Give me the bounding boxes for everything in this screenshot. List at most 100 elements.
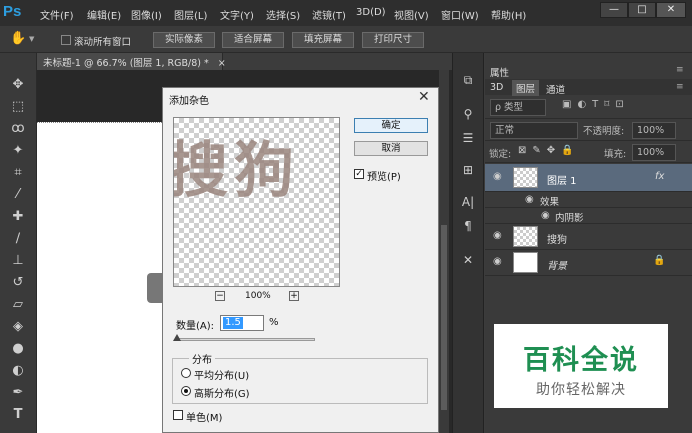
amount-slider-handle[interactable] [173,334,181,341]
effects-row[interactable]: ◉ 效果 [485,192,692,208]
layer-kind-filter[interactable]: ρ 类型 [490,99,546,116]
move-tool-icon[interactable]: ✥ [8,75,28,95]
close-window-button[interactable]: ✕ [656,2,686,18]
magic-wand-icon[interactable]: ✦ [8,141,28,161]
tool-presets-icon[interactable]: ✕ [458,250,478,270]
history-brush-icon[interactable]: ↺ [8,273,28,293]
menu-file[interactable]: 文件(F) [40,7,74,22]
amount-slider[interactable] [175,338,315,341]
gaussian-label: 高斯分布(G) [194,389,250,400]
eraser-icon[interactable]: ▱ [8,295,28,315]
inner-shadow-eye-icon[interactable]: ◉ [541,210,550,221]
menu-layer[interactable]: 图层(L) [174,7,207,22]
menu-help[interactable]: 帮助(H) [491,7,526,22]
add-noise-dialog: 添加杂色 ✕ 搜狗 确定 取消 ✓ 预览(P) − 100% + 数量(A): … [162,87,439,433]
menu-type[interactable]: 文字(Y) [220,7,254,22]
tab-channels[interactable]: 通道 [546,82,565,96]
scroll-all-checkbox[interactable] [61,35,71,45]
scroll-all-label: 滚动所有窗口 [74,37,132,48]
layer-thumbnail [513,226,538,247]
properties-tab[interactable]: 属性 [490,65,509,79]
filter-preview[interactable]: 搜狗 [173,117,340,287]
document-tab-close-icon[interactable]: × [218,58,226,69]
hand-tool-icon[interactable]: ✋ [10,31,26,46]
paragraph-panel-icon[interactable]: ¶ [458,216,478,236]
menu-view[interactable]: 视图(V) [394,7,429,22]
minimize-button[interactable]: — [600,2,628,18]
adjustments-panel-icon[interactable]: ☰ [458,128,478,148]
amount-input[interactable]: 1.5 [220,315,264,331]
zoom-in-button[interactable]: + [289,291,299,301]
fill-field[interactable]: 100% [632,144,676,161]
uniform-radio[interactable] [181,368,191,378]
preview-checkbox-label: 预览(P) [367,172,401,183]
panel-menu-icon[interactable]: ≡ [676,65,684,75]
menu-image[interactable]: 图像(I) [131,7,162,22]
preview-checkbox[interactable]: ✓ [354,169,364,179]
menu-3d[interactable]: 3D(D) [356,7,386,18]
zoom-level: 100% [245,291,271,301]
tool-preset-chevron-icon[interactable]: ▼ [29,35,34,43]
lock-icons[interactable]: ⊠✎✥🔒 [518,145,580,156]
marquee-tool-icon[interactable]: ⬚ [8,97,28,117]
visibility-eye-icon[interactable]: ◉ [493,171,502,182]
type-tool-icon[interactable]: T [8,405,28,425]
blur-tool-icon[interactable]: ● [8,339,28,359]
layer-row[interactable]: ◉ 图层 1 fx [485,164,692,192]
visibility-eye-icon[interactable]: ◉ [493,256,502,267]
opacity-label: 不透明度: [583,126,625,137]
lasso-tool-icon[interactable]: ꝏ [8,119,28,139]
layers-panel-menu-icon[interactable]: ≡ [676,82,684,92]
layer-row[interactable]: ◉ 背景 🔒 [485,250,692,276]
amount-value: 1.5 [223,317,243,329]
visibility-eye-icon[interactable]: ◉ [493,230,502,241]
menu-edit[interactable]: 编辑(E) [87,7,121,22]
document-tab[interactable]: 未标题-1 @ 66.7% (图层 1, RGB/8) * × [37,53,226,70]
paint-bucket-icon[interactable]: ◈ [8,317,28,337]
options-bar: ✋ ▼ 滚动所有窗口 实际像素 适合屏幕 填充屏幕 打印尺寸 [0,26,692,53]
opacity-field[interactable]: 100% [632,122,676,139]
layer-row[interactable]: ◉ 搜狗 [485,224,692,250]
layer-name: 背景 [547,261,567,272]
pen-tool-icon[interactable]: ✒ [8,383,28,403]
preview-text: 搜狗 [173,136,300,206]
inner-shadow-row[interactable]: ◉ 内阴影 [485,208,692,224]
brush-tool-icon[interactable]: ∕ [8,229,28,249]
stamp-tool-icon[interactable]: ⊥ [8,251,28,271]
history-panel-icon[interactable]: ⧉ [458,70,478,90]
menu-select[interactable]: 选择(S) [266,7,300,22]
dialog-close-icon[interactable]: ✕ [418,89,430,105]
swatches-panel-icon[interactable]: ⊞ [458,160,478,180]
lock-icon: 🔒 [653,255,666,266]
fit-screen-button[interactable]: 适合屏幕 [222,32,284,48]
maximize-button[interactable]: □ [628,2,656,18]
character-panel-icon[interactable]: A| [458,192,478,212]
dodge-tool-icon[interactable]: ◐ [8,361,28,381]
ok-button[interactable]: 确定 [354,118,428,133]
effects-label: 效果 [540,197,560,208]
layer-name: 搜狗 [547,235,567,246]
actual-pixels-button[interactable]: 实际像素 [153,32,215,48]
zoom-out-button[interactable]: − [215,291,225,301]
dialog-title: 添加杂色 [169,96,209,107]
monochromatic-checkbox[interactable] [173,410,183,420]
canvas-scroll-thumb[interactable] [441,225,447,410]
effects-eye-icon[interactable]: ◉ [525,194,534,205]
blend-mode-select[interactable]: 正常 [490,122,578,139]
eyedropper-icon[interactable]: ⁄ [8,185,28,205]
crop-tool-icon[interactable]: ⌗ [8,163,28,183]
layer-fx-icon[interactable]: fx [655,171,664,182]
fill-screen-button[interactable]: 填充屏幕 [292,32,354,48]
gaussian-radio[interactable] [181,386,191,396]
uniform-label: 平均分布(U) [194,371,250,382]
healing-brush-icon[interactable]: ✚ [8,207,28,227]
brush-panel-icon[interactable]: ⚲ [458,104,478,124]
tab-layers[interactable]: 图层 [512,80,540,96]
print-size-button[interactable]: 打印尺寸 [362,32,424,48]
tab-3d[interactable]: 3D [490,82,503,93]
layer-filter-icons[interactable]: ▣◐T⌑⊡ [562,99,630,110]
amount-unit: % [269,317,279,328]
cancel-button[interactable]: 取消 [354,141,428,156]
menu-filter[interactable]: 滤镜(T) [312,7,346,22]
menu-window[interactable]: 窗口(W) [441,7,479,22]
